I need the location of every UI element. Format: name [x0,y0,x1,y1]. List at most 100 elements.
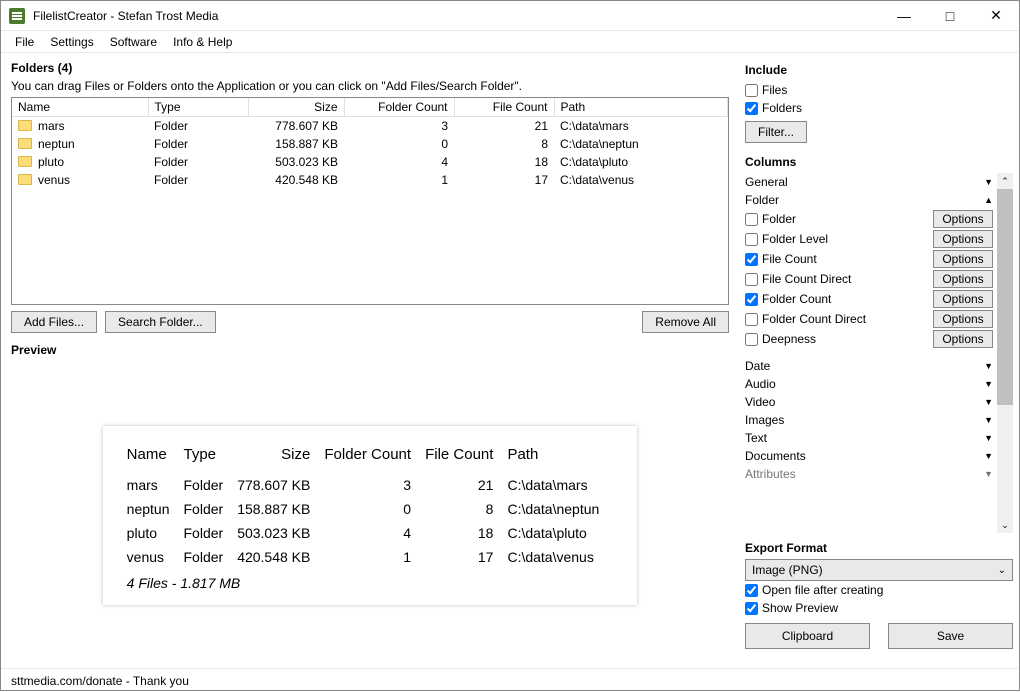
preview-area: Name Type Size Folder Count File Count P… [11,363,729,668]
cat-video[interactable]: Video▼ [745,393,993,411]
options-button[interactable]: Options [933,290,993,308]
table-header-row: Name Type Size Folder Count File Count P… [12,98,728,117]
col-checkbox[interactable]: Folder [745,212,796,226]
options-button[interactable]: Options [933,270,993,288]
col-row: Folder Level Options [745,229,993,249]
col-header-size[interactable]: Size [248,98,344,117]
search-folder-button[interactable]: Search Folder... [105,311,216,333]
folders-table[interactable]: Name Type Size Folder Count File Count P… [11,97,729,305]
preview-col-fc: Folder Count [324,442,425,473]
folders-header: Folders (4) [11,61,729,75]
chevron-down-icon: ▼ [984,415,993,425]
show-preview-checkbox[interactable]: Show Preview [745,599,1013,617]
col-row: Deepness Options [745,329,993,349]
show-preview-input[interactable] [745,602,758,615]
cat-attributes[interactable]: Attributes▼ [745,465,993,483]
col-header-type[interactable]: Type [148,98,248,117]
app-icon [9,8,25,24]
export-format-select[interactable]: Image (PNG) ⌄ [745,559,1013,581]
window-controls: — □ ✕ [881,1,1019,31]
minimize-button[interactable]: — [881,1,927,31]
options-button[interactable]: Options [933,330,993,348]
menu-file[interactable]: File [7,33,42,51]
options-button[interactable]: Options [933,250,993,268]
right-pane: Include Files Folders Filter... Columns … [739,53,1019,668]
col-header-filecount[interactable]: File Count [454,98,554,117]
include-folders-label: Folders [762,101,802,115]
open-after-input[interactable] [745,584,758,597]
table-row[interactable]: venusFolder420.548 KB117C:\data\venus [12,171,728,189]
export-selected-label: Image (PNG) [752,563,823,577]
left-pane: Folders (4) You can drag Files or Folder… [1,53,739,668]
clipboard-button[interactable]: Clipboard [745,623,870,649]
folder-icon [18,138,32,149]
maximize-button[interactable]: □ [927,1,973,31]
show-preview-label: Show Preview [762,601,838,615]
cat-general[interactable]: General ▼ [745,173,993,191]
titlebar: FilelistCreator - Stefan Trost Media — □… [1,1,1019,31]
col-checkbox[interactable]: File Count Direct [745,272,851,286]
remove-all-button[interactable]: Remove All [642,311,729,333]
include-folders-checkbox[interactable]: Folders [745,99,1013,117]
menubar: File Settings Software Info & Help [1,31,1019,53]
folder-icon [18,174,32,185]
cat-date[interactable]: Date▼ [745,357,993,375]
folders-hint: You can drag Files or Folders onto the A… [11,79,729,93]
preview-row: neptunFolder158.887 KB08C:\data\neptun [127,497,614,521]
table-row[interactable]: marsFolder778.607 KB321C:\data\mars [12,117,728,136]
col-checkbox[interactable]: Folder Count [745,292,831,306]
save-button[interactable]: Save [888,623,1013,649]
menu-settings[interactable]: Settings [42,33,101,51]
options-button[interactable]: Options [933,230,993,248]
col-row: Folder Options [745,209,993,229]
scroll-up-icon[interactable]: ⌃ [997,173,1013,189]
chevron-down-icon: ▼ [984,361,993,371]
scrollbar-thumb[interactable] [997,189,1013,405]
folder-icon [18,120,32,131]
chevron-down-icon: ▼ [984,379,993,389]
col-checkbox[interactable]: File Count [745,252,817,266]
options-button[interactable]: Options [933,310,993,328]
filter-button[interactable]: Filter... [745,121,807,143]
statusbar: sttmedia.com/donate - Thank you [1,668,1019,692]
col-row: File Count Options [745,249,993,269]
menu-software[interactable]: Software [102,33,165,51]
preview-col-filec: File Count [425,442,507,473]
cat-documents[interactable]: Documents▼ [745,447,993,465]
cat-images[interactable]: Images▼ [745,411,993,429]
menu-info-help[interactable]: Info & Help [165,33,240,51]
col-header-foldercount[interactable]: Folder Count [344,98,454,117]
preview-footer: 4 Files - 1.817 MB [127,569,614,591]
preview-row: venusFolder420.548 KB117C:\data\venus [127,545,614,569]
folders-buttons: Add Files... Search Folder... Remove All [11,311,729,333]
col-row: File Count Direct Options [745,269,993,289]
columns-scrollbar[interactable]: ⌃ ⌄ [997,173,1013,533]
include-header: Include [745,63,1013,77]
add-files-button[interactable]: Add Files... [11,311,97,333]
chevron-down-icon: ⌄ [998,565,1006,576]
open-after-checkbox[interactable]: Open file after creating [745,581,1013,599]
include-files-label: Files [762,83,787,97]
table-row[interactable]: plutoFolder503.023 KB418C:\data\pluto [12,153,728,171]
preview-row: marsFolder778.607 KB321C:\data\mars [127,473,614,497]
scroll-down-icon[interactable]: ⌄ [997,517,1013,533]
close-button[interactable]: ✕ [973,1,1019,31]
cat-folder[interactable]: Folder ▲ [745,191,993,209]
col-header-path[interactable]: Path [554,98,728,117]
col-row: Folder Count Direct Options [745,309,993,329]
include-files-input[interactable] [745,84,758,97]
col-checkbox[interactable]: Folder Level [745,232,828,246]
include-files-checkbox[interactable]: Files [745,81,1013,99]
preview-row: plutoFolder503.023 KB418C:\data\pluto [127,521,614,545]
cat-audio[interactable]: Audio▼ [745,375,993,393]
col-header-name[interactable]: Name [12,98,148,117]
chevron-down-icon: ▼ [984,397,993,407]
include-folders-input[interactable] [745,102,758,115]
folder-icon [18,156,32,167]
col-checkbox[interactable]: Deepness [745,332,816,346]
options-button[interactable]: Options [933,210,993,228]
table-row[interactable]: neptunFolder158.887 KB08C:\data\neptun [12,135,728,153]
col-checkbox[interactable]: Folder Count Direct [745,312,866,326]
status-text: sttmedia.com/donate - Thank you [11,674,189,688]
cat-text[interactable]: Text▼ [745,429,993,447]
